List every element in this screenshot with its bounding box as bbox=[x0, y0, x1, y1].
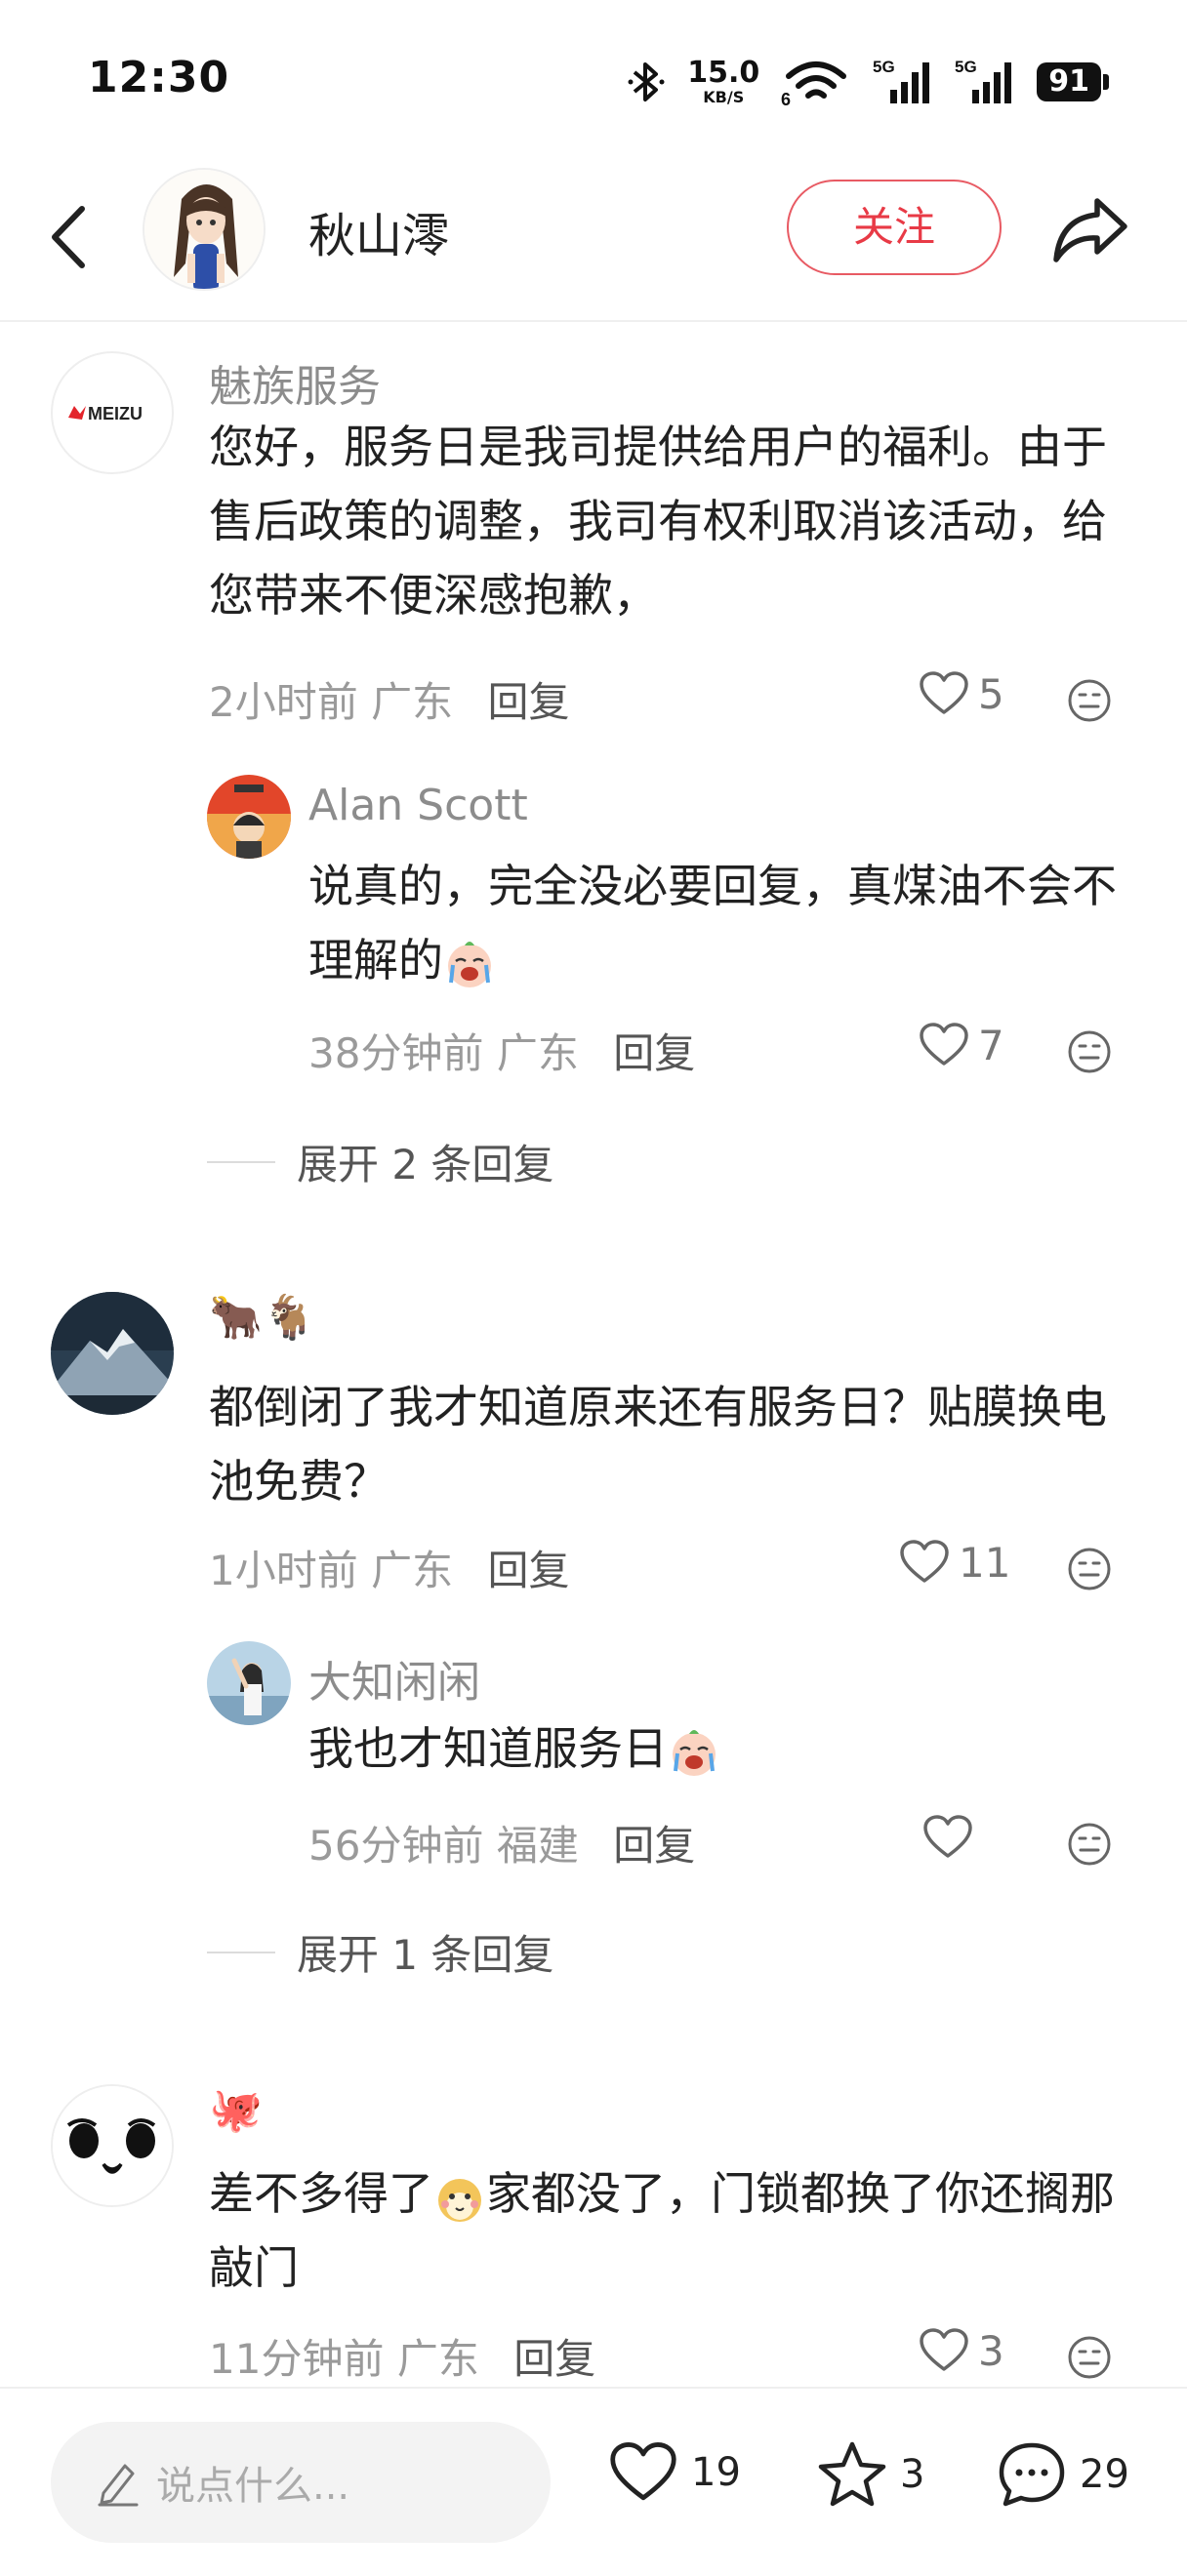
reply-location: 广东 bbox=[496, 1029, 579, 1077]
comment-input[interactable]: 说点什么... bbox=[51, 2422, 551, 2543]
signal-5g-icon: 5G bbox=[873, 58, 930, 103]
top-bar: 秋山澪 关注 bbox=[0, 156, 1187, 322]
like-button[interactable]: 11 bbox=[898, 1538, 1010, 1587]
crying-emoji-icon bbox=[673, 1729, 716, 1776]
comment-username[interactable]: 🐙 bbox=[209, 2084, 263, 2135]
reply-location: 福建 bbox=[496, 1822, 579, 1870]
dislike-face-icon[interactable] bbox=[1066, 1028, 1113, 1075]
reply-time: 38分钟前 bbox=[308, 1029, 484, 1077]
svg-text:6: 6 bbox=[781, 90, 791, 107]
author-avatar[interactable] bbox=[143, 168, 266, 291]
author-name[interactable]: 秋山澪 bbox=[308, 197, 449, 265]
star-icon bbox=[818, 2441, 886, 2507]
comment-username[interactable]: 🐂🐐 bbox=[209, 1292, 316, 1343]
comment-text: 差不多得了 家都没了，门锁都换了你还搁那敲门 bbox=[209, 2167, 1115, 2294]
favorite-count: 3 bbox=[900, 2452, 925, 2497]
comment-time: 1小时前 bbox=[209, 1547, 358, 1594]
comment-location: 广东 bbox=[371, 678, 454, 726]
like-count: 5 bbox=[978, 669, 1004, 718]
signal-5g-icon-2: 5G bbox=[955, 58, 1012, 103]
bottom-action-bar: 说点什么... 19 3 29 bbox=[0, 2387, 1187, 2576]
status-time: 12:30 bbox=[88, 53, 230, 102]
reply-button[interactable]: 回复 bbox=[613, 1822, 695, 1870]
comment-meta: 11分钟前 广东 回复 bbox=[209, 2326, 595, 2386]
heart-icon bbox=[920, 2328, 968, 2371]
expand-label: 展开 2 条回复 bbox=[297, 1141, 554, 1188]
follow-button[interactable]: 关注 bbox=[787, 180, 1002, 275]
dislike-face-icon[interactable] bbox=[1066, 1546, 1113, 1592]
reply-button[interactable]: 回复 bbox=[613, 1029, 695, 1077]
reply-avatar[interactable] bbox=[207, 775, 291, 859]
reply-button[interactable]: 回复 bbox=[487, 1547, 569, 1594]
avatar[interactable] bbox=[51, 1292, 174, 1415]
reply-button[interactable]: 回复 bbox=[513, 2335, 595, 2383]
expand-replies-button[interactable]: 展开 2 条回复 bbox=[207, 1132, 553, 1191]
like-button[interactable]: 7 bbox=[918, 1021, 1004, 1069]
pencil-icon bbox=[98, 2464, 139, 2507]
heart-icon bbox=[920, 1023, 968, 1066]
comment-meta: 2小时前 广东 回复 bbox=[209, 669, 569, 729]
battery-indicator: 91 bbox=[1037, 62, 1109, 101]
crying-emoji-icon bbox=[448, 941, 491, 987]
heart-icon bbox=[900, 1540, 949, 1583]
heart-icon bbox=[923, 1815, 972, 1858]
favorite-button[interactable]: 3 bbox=[816, 2439, 924, 2510]
svg-text:5G: 5G bbox=[955, 58, 977, 76]
like-count: 11 bbox=[959, 1538, 1011, 1587]
reply-username[interactable]: 大知闲闲 bbox=[308, 1647, 480, 1710]
status-bar: 12:30 15.0 KB/S 6 5G 5G 91 bbox=[0, 0, 1187, 156]
comment-meta: 1小时前 广东 回复 bbox=[209, 1538, 569, 1597]
divider-line bbox=[207, 1160, 275, 1163]
heart-icon bbox=[920, 671, 968, 714]
net-speed: 15.0 KB/S bbox=[687, 56, 760, 106]
dislike-face-icon[interactable] bbox=[1066, 1821, 1113, 1868]
wifi-icon: 6 bbox=[781, 61, 847, 107]
like-count: 7 bbox=[978, 1021, 1004, 1069]
expand-replies-button[interactable]: 展开 1 条回复 bbox=[207, 1922, 553, 1982]
share-icon[interactable] bbox=[1046, 185, 1134, 273]
comments-button[interactable]: 29 bbox=[996, 2439, 1129, 2510]
dislike-face-icon[interactable] bbox=[1066, 2334, 1113, 2381]
like-button[interactable]: 3 bbox=[918, 2326, 1004, 2375]
comment-bubble-icon bbox=[999, 2442, 1065, 2507]
comment-location: 广东 bbox=[371, 1547, 454, 1594]
reply-button[interactable]: 回复 bbox=[487, 678, 569, 726]
heart-icon bbox=[610, 2442, 676, 2501]
like-count: 3 bbox=[978, 2326, 1004, 2375]
comment-time: 11分钟前 bbox=[209, 2335, 385, 2383]
like-count: 19 bbox=[691, 2450, 741, 2495]
comment-time: 2小时前 bbox=[209, 678, 358, 726]
reply-text: 说真的，完全没必要回复，真煤油不会不理解的 bbox=[308, 849, 1148, 997]
avatar[interactable]: MEIZU bbox=[51, 351, 174, 474]
reply-avatar[interactable] bbox=[207, 1641, 291, 1725]
comment-text: 您好，服务日是我司提供给用户的福利。由于售后政策的调整，我司有权利取消该活动，给… bbox=[209, 421, 1107, 622]
like-button[interactable]: 5 bbox=[918, 669, 1004, 718]
bluetooth-icon bbox=[628, 62, 665, 101]
comment-list: MEIZU 魅族服务 您好，服务日是我司提供给用户的福利。由于售后政策的调整，我… bbox=[0, 322, 1187, 2386]
svg-text:5G: 5G bbox=[873, 58, 895, 76]
reply-text: 我也才知道服务日 bbox=[308, 1711, 1148, 1786]
comment-location: 广东 bbox=[396, 2335, 479, 2383]
status-icons: 15.0 KB/S 6 5G 5G 91 bbox=[627, 55, 1109, 109]
like-post-button[interactable]: 19 bbox=[607, 2439, 741, 2506]
comment-username[interactable]: 魅族服务 bbox=[209, 351, 381, 414]
avatar[interactable] bbox=[51, 2084, 174, 2207]
comment-count: 29 bbox=[1080, 2452, 1129, 2497]
comment-input-placeholder: 说点什么... bbox=[156, 2464, 350, 2509]
hamster-emoji-icon bbox=[438, 2178, 481, 2222]
reply-username[interactable]: Alan Scott bbox=[308, 781, 528, 830]
reply-meta: 38分钟前 广东 回复 bbox=[308, 1021, 695, 1080]
dislike-face-icon[interactable] bbox=[1066, 677, 1113, 724]
svg-text:MEIZU: MEIZU bbox=[88, 404, 143, 423]
reply-time: 56分钟前 bbox=[308, 1822, 484, 1870]
divider-line bbox=[207, 1951, 275, 1953]
back-arrow-icon[interactable] bbox=[39, 193, 98, 281]
reply-meta: 56分钟前 福建 回复 bbox=[308, 1813, 695, 1872]
expand-label: 展开 1 条回复 bbox=[297, 1931, 554, 1979]
comment-text: 都倒闭了我才知道原来还有服务日？贴膜换电池免费？ bbox=[209, 1381, 1107, 1508]
like-button[interactable] bbox=[921, 1813, 982, 1862]
